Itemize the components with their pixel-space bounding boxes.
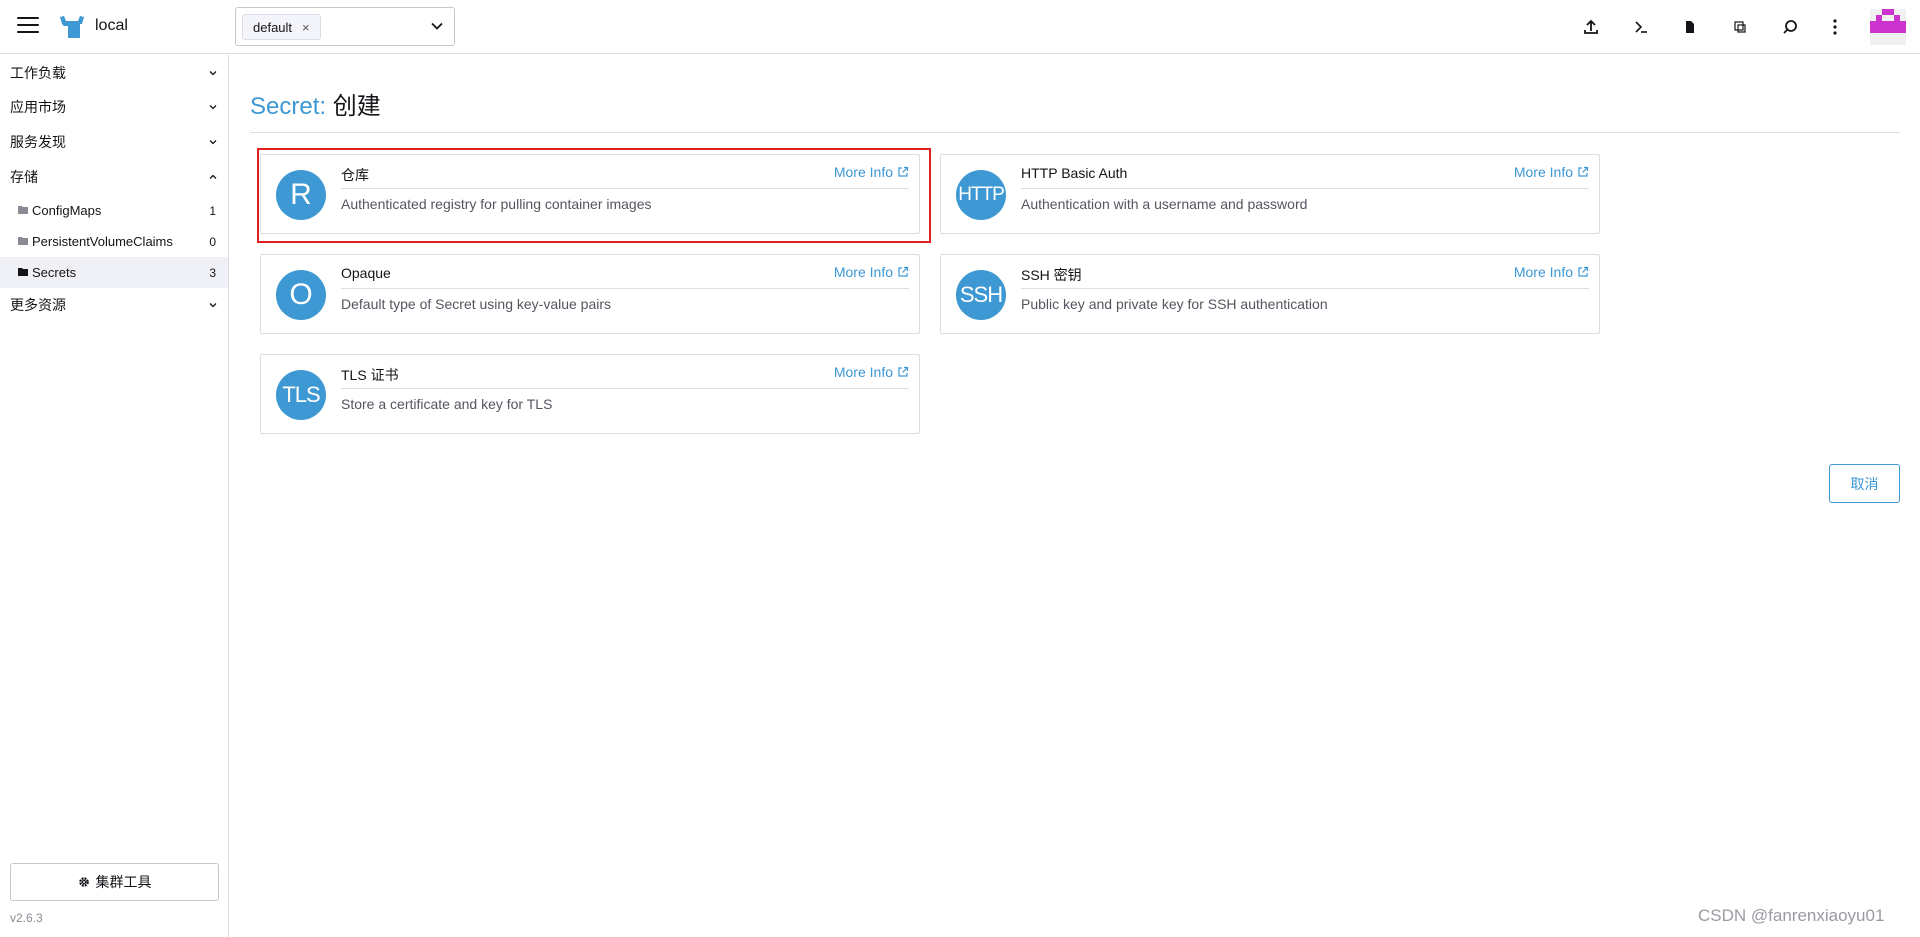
card-title: 仓库 <box>341 167 369 183</box>
secret-type-card-tls[interactable]: TLS TLS 证书 More Info Store a certificate… <box>260 354 920 434</box>
more-info-label: More Info <box>1513 264 1573 280</box>
chevron-down-icon <box>209 140 217 145</box>
more-info-link[interactable]: More Info <box>834 264 909 280</box>
secret-type-card-registry[interactable]: R 仓库 More Info Authenticated registry fo… <box>260 154 920 234</box>
search-icon[interactable] <box>1778 15 1802 39</box>
nav-group-label: 存储 <box>10 169 38 185</box>
card-description: Authenticated registry for pulling conta… <box>341 196 652 212</box>
external-link-icon <box>898 266 909 277</box>
sidebar-item-label: Secrets <box>32 265 77 280</box>
cluster-tools-button[interactable]: 集群工具 <box>10 863 219 901</box>
secret-type-card-opaque[interactable]: O Opaque More Info Default type of Secre… <box>260 254 920 334</box>
card-divider <box>341 188 909 189</box>
page-title: Secret: 创建 <box>250 86 381 121</box>
file-icon[interactable] <box>1678 15 1702 39</box>
watermark: CSDN @fanrenxiaoyu01 <box>1698 906 1885 925</box>
external-link-icon <box>1578 266 1589 277</box>
namespace-chip-label: default <box>253 19 293 35</box>
card-icon-circle: R <box>276 170 326 220</box>
nav-group-label: 应用市场 <box>10 99 66 115</box>
nav-group-label: 更多资源 <box>10 297 66 313</box>
more-info-label: More Info <box>1513 164 1573 180</box>
more-info-label: More Info <box>833 264 893 280</box>
external-link-icon <box>898 166 909 177</box>
sidebar-item-configmaps[interactable]: ConfigMaps 1 <box>0 195 228 226</box>
secret-type-card-ssh[interactable]: SSH SSH 密钥 More Info Public key and priv… <box>940 254 1600 334</box>
upload-icon[interactable] <box>1579 15 1603 39</box>
folder-icon <box>18 236 28 245</box>
version-label: v2.6.3 <box>10 911 43 925</box>
card-title: Opaque <box>341 265 391 281</box>
card-description: Public key and private key for SSH authe… <box>1021 296 1328 312</box>
divider <box>250 132 1900 133</box>
nav-group-storage[interactable]: 存储 <box>0 160 228 194</box>
nav-group-more-resources[interactable]: 更多资源 <box>0 288 228 322</box>
cluster-name[interactable]: local <box>95 17 128 35</box>
nav-group-apps[interactable]: 应用市场 <box>0 90 228 124</box>
more-info-link[interactable]: More Info <box>1514 164 1589 180</box>
item-count: 1 <box>209 203 216 218</box>
chip-remove-icon[interactable]: × <box>302 20 310 35</box>
namespace-filter[interactable]: default × <box>235 7 455 46</box>
rancher-logo <box>60 16 84 38</box>
gear-icon <box>78 877 89 887</box>
sidebar-item-secrets[interactable]: Secrets 3 <box>0 257 228 288</box>
card-description: Default type of Secret using key-value p… <box>341 296 612 312</box>
external-link-icon <box>1578 166 1589 177</box>
card-icon-circle: O <box>276 270 326 320</box>
folder-open-icon <box>18 267 28 276</box>
namespace-chip: default × <box>242 14 321 40</box>
more-info-label: More Info <box>833 164 893 180</box>
card-title: TLS 证书 <box>341 367 399 383</box>
nav-group-label: 工作负载 <box>10 65 66 81</box>
item-count: 3 <box>209 265 216 280</box>
card-divider <box>341 288 909 289</box>
more-info-link[interactable]: More Info <box>834 164 909 180</box>
title-breadcrumb[interactable]: Secret: <box>250 93 326 120</box>
sidebar: 工作负载 应用市场 服务发现 存储 ConfigMaps 1 Persisten… <box>0 55 229 937</box>
card-divider <box>1021 188 1589 189</box>
card-divider <box>1021 288 1589 289</box>
chevron-down-icon <box>209 303 217 308</box>
nav-group-label: 服务发现 <box>10 134 66 150</box>
secret-type-card-http-basic-auth[interactable]: HTTP HTTP Basic Auth More Info Authentic… <box>940 154 1600 234</box>
title-action: 创建 <box>332 93 381 120</box>
copy-icon[interactable] <box>1728 15 1752 39</box>
chevron-down-icon <box>209 71 217 76</box>
top-header: local default × <box>0 0 1920 54</box>
more-info-label: More Info <box>833 364 893 380</box>
card-divider <box>341 388 909 389</box>
sidebar-item-label: PersistentVolumeClaims <box>32 234 173 249</box>
user-avatar[interactable] <box>1870 9 1906 45</box>
folder-icon <box>18 205 28 214</box>
more-info-link[interactable]: More Info <box>1514 264 1589 280</box>
card-description: Store a certificate and key for TLS <box>341 396 553 412</box>
card-title: SSH 密钥 <box>1021 267 1082 283</box>
nav-group-service-discovery[interactable]: 服务发现 <box>0 125 228 159</box>
card-title: HTTP Basic Auth <box>1021 165 1128 181</box>
item-count: 0 <box>209 234 216 249</box>
more-info-link[interactable]: More Info <box>834 364 909 380</box>
external-link-icon <box>898 366 909 377</box>
cancel-button[interactable]: 取消 <box>1829 464 1900 503</box>
more-vert-icon[interactable] <box>1823 15 1847 39</box>
card-description: Authentication with a username and passw… <box>1021 196 1308 212</box>
card-icon-circle: TLS <box>276 370 326 420</box>
sidebar-item-persistentvolumeclaims[interactable]: PersistentVolumeClaims 0 <box>0 226 228 257</box>
menu-icon[interactable] <box>17 17 39 35</box>
chevron-down-icon[interactable] <box>430 19 444 33</box>
card-icon-circle: SSH <box>956 270 1006 320</box>
chevron-down-icon <box>209 105 217 110</box>
terminal-icon[interactable] <box>1629 15 1653 39</box>
nav-group-workload[interactable]: 工作负载 <box>0 56 228 90</box>
chevron-up-icon <box>209 174 217 179</box>
sidebar-item-label: ConfigMaps <box>32 203 102 218</box>
card-icon-circle: HTTP <box>956 170 1006 220</box>
cluster-tools-label: 集群工具 <box>95 874 152 890</box>
